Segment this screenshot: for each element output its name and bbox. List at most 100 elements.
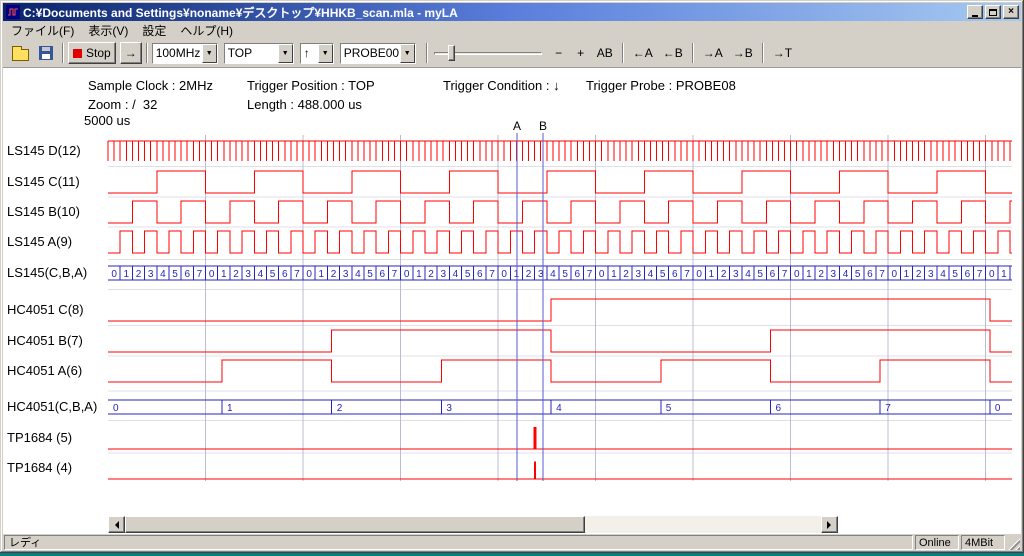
svg-text:0: 0 (306, 269, 312, 280)
channel-label-ls145-bus: LS145(C,B,A) (7, 266, 109, 280)
svg-text:4: 4 (648, 269, 654, 280)
svg-text:7: 7 (197, 269, 203, 280)
info-zoom: Zoom : / 32 (88, 97, 157, 112)
svg-text:7: 7 (392, 269, 398, 280)
svg-text:4: 4 (258, 269, 264, 280)
svg-text:0: 0 (995, 403, 1001, 414)
svg-text:4: 4 (160, 269, 166, 280)
channel-label-ls145-a9: LS145 A(9) (7, 235, 109, 249)
svg-text:1: 1 (227, 403, 233, 414)
svg-text:3: 3 (446, 403, 452, 414)
svg-text:7: 7 (879, 269, 885, 280)
svg-text:6: 6 (575, 269, 581, 280)
channel-label-ls145-c11: LS145 C(11) (7, 175, 109, 189)
svg-text:0: 0 (404, 269, 410, 280)
svg-text:5: 5 (757, 269, 763, 280)
svg-text:3: 3 (635, 269, 641, 280)
svg-text:3: 3 (245, 269, 251, 280)
svg-text:0: 0 (111, 269, 117, 280)
svg-text:4: 4 (745, 269, 751, 280)
cursors: AB (513, 119, 547, 481)
channel-label-hc4051-bus: HC4051(C,B,A) (7, 400, 109, 414)
svg-text:3: 3 (148, 269, 154, 280)
svg-text:1: 1 (319, 269, 325, 280)
svg-text:6: 6 (379, 269, 385, 280)
timebase-label: 5000 us (84, 113, 130, 128)
svg-text:6: 6 (867, 269, 873, 280)
trace-ls145-c-11 (108, 171, 1012, 193)
info-length: Length : 488.000 us (247, 97, 362, 112)
svg-text:7: 7 (294, 269, 300, 280)
svg-text:7: 7 (489, 269, 495, 280)
svg-text:1: 1 (611, 269, 617, 280)
scroll-thumb[interactable] (125, 516, 585, 533)
svg-text:0: 0 (209, 269, 215, 280)
svg-text:1: 1 (709, 269, 715, 280)
trace-hc4051-b-7 (108, 330, 1012, 352)
svg-text:5: 5 (367, 269, 373, 280)
svg-text:2: 2 (623, 269, 629, 280)
svg-text:2: 2 (526, 269, 532, 280)
svg-text:A: A (513, 119, 521, 133)
info-sample-clock: Sample Clock : 2MHz (88, 78, 213, 93)
svg-text:2: 2 (818, 269, 824, 280)
svg-text:4: 4 (355, 269, 361, 280)
scroll-right-button[interactable] (821, 516, 838, 533)
svg-text:6: 6 (770, 269, 776, 280)
info-trigger-position: Trigger Position : TOP (247, 78, 375, 93)
svg-text:5: 5 (660, 269, 666, 280)
svg-text:1: 1 (416, 269, 422, 280)
svg-text:2: 2 (331, 269, 337, 280)
svg-text:7: 7 (977, 269, 983, 280)
scroll-left-button[interactable] (108, 516, 125, 533)
svg-text:2: 2 (916, 269, 922, 280)
svg-text:0: 0 (989, 269, 995, 280)
svg-text:1: 1 (904, 269, 910, 280)
svg-text:3: 3 (440, 269, 446, 280)
svg-text:4: 4 (940, 269, 946, 280)
svg-text:2: 2 (428, 269, 434, 280)
trace-ls145-a-9 (108, 231, 1012, 253)
svg-text:2: 2 (337, 403, 343, 414)
svg-text:5: 5 (666, 403, 672, 414)
svg-text:7: 7 (885, 403, 891, 414)
svg-text:3: 3 (928, 269, 934, 280)
resize-grip[interactable] (1007, 537, 1020, 550)
svg-text:6: 6 (776, 403, 782, 414)
channel-label-hc4051-c8: HC4051 C(8) (7, 303, 109, 317)
channel-label-ls145-d12: LS145 D(12) (7, 144, 109, 158)
trace-hc4051-c-8 (108, 299, 1012, 321)
triangle-right-icon (827, 521, 835, 529)
svg-text:0: 0 (696, 269, 702, 280)
horizontal-scrollbar[interactable] (108, 516, 838, 533)
svg-text:5: 5 (855, 269, 861, 280)
status-memory: 4MBit (961, 535, 1005, 550)
triangle-left-icon (111, 521, 119, 529)
trace-hc4051-c-b-a: 012345670 (108, 400, 1012, 414)
trace-ls145-c-b-a: 0123456701234567012345670123456701234567… (108, 266, 1012, 280)
status-message: レディ (4, 535, 913, 550)
channel-label-tp1684-5: TP1684 (5) (7, 431, 109, 445)
svg-text:5: 5 (270, 269, 276, 280)
svg-text:6: 6 (282, 269, 288, 280)
svg-text:0: 0 (891, 269, 897, 280)
svg-text:5: 5 (562, 269, 568, 280)
status-online: Online (915, 535, 959, 550)
svg-text:3: 3 (733, 269, 739, 280)
channel-label-hc4051-b7: HC4051 B(7) (7, 334, 109, 348)
trace-tp1684-4 (108, 461, 1012, 479)
channel-label-tp1684-4: TP1684 (4) (7, 461, 109, 475)
svg-text:7: 7 (782, 269, 788, 280)
svg-text:B: B (539, 119, 547, 133)
trace-ls145-b-10 (108, 201, 1012, 223)
svg-text:2: 2 (233, 269, 239, 280)
trace-hc4051-a-6 (108, 360, 1012, 382)
svg-text:5: 5 (172, 269, 178, 280)
svg-text:4: 4 (556, 403, 562, 414)
svg-text:3: 3 (831, 269, 837, 280)
svg-text:1: 1 (124, 269, 130, 280)
svg-text:5: 5 (465, 269, 471, 280)
svg-text:4: 4 (843, 269, 849, 280)
statusbar: レディ Online 4MBit (2, 534, 1022, 551)
svg-text:2: 2 (136, 269, 142, 280)
